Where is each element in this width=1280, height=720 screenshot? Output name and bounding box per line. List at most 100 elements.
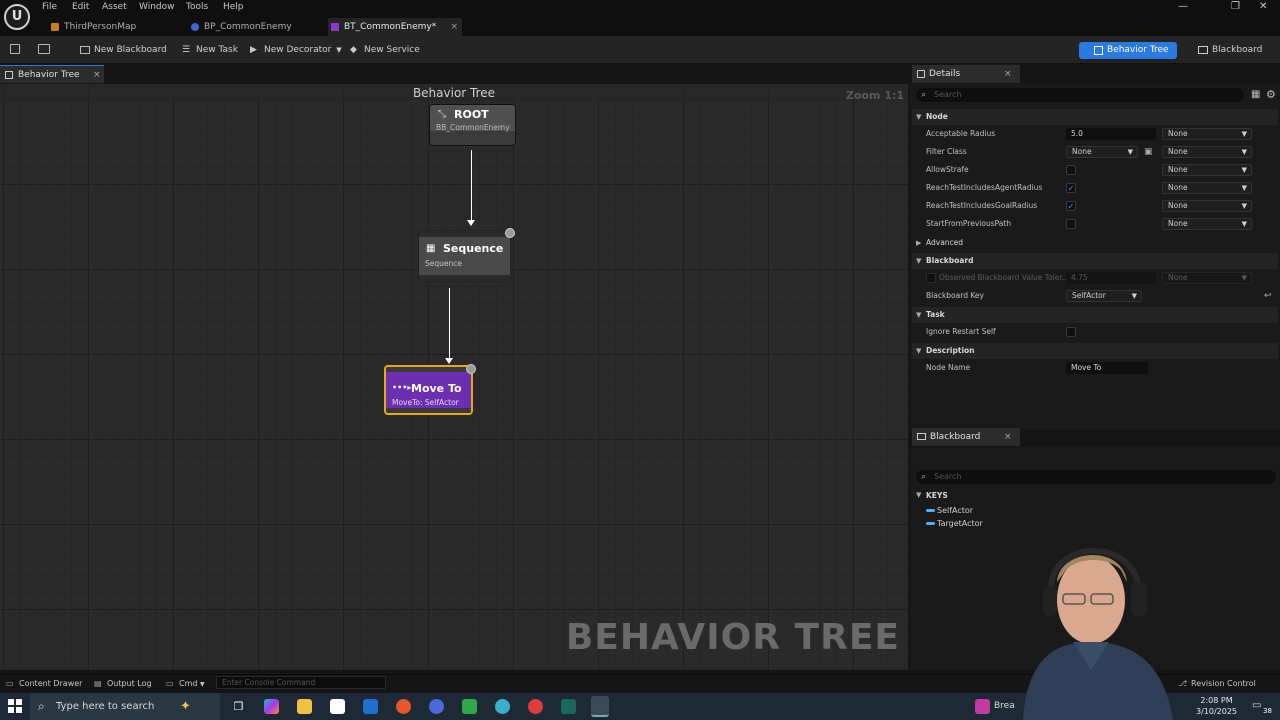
title-bar: U File Edit Asset Window Tools Help Thir…: [0, 0, 1280, 36]
cmd-dropdown[interactable]: ▭ Cmd ▼: [166, 678, 205, 691]
new-service-button[interactable]: ◆ New Service: [350, 43, 420, 57]
category-advanced[interactable]: ▶ Advanced: [912, 235, 1278, 251]
chrome-icon[interactable]: [429, 699, 444, 714]
reach-agent-radius-checkbox[interactable]: ✓: [1066, 183, 1076, 193]
allow-strafe-bind-dropdown[interactable]: None ▼: [1162, 164, 1252, 176]
acceptable-radius-bind-dropdown[interactable]: None ▼: [1162, 128, 1252, 140]
terminal-app-icon[interactable]: [561, 699, 576, 714]
mode-behavior-tree-button[interactable]: Behavior Tree: [1079, 42, 1177, 59]
root-node[interactable]: ⤡ ROOT BB_CommonEnemy: [429, 104, 516, 146]
webcam-overlay: [1023, 548, 1173, 720]
menu-window[interactable]: Window: [139, 2, 175, 12]
move-to-subtitle: MoveTo: SelfActor: [392, 398, 459, 407]
breakpoint-indicator-icon[interactable]: [466, 364, 476, 374]
menu-help[interactable]: Help: [223, 2, 244, 12]
ignore-restart-self-checkbox[interactable]: [1066, 327, 1076, 337]
weather-icon[interactable]: [975, 699, 990, 714]
acceptable-radius-input[interactable]: 5.0: [1066, 128, 1156, 140]
unreal-logo-icon[interactable]: U: [4, 4, 30, 30]
unreal-engine-taskbar-icon[interactable]: [591, 696, 609, 717]
blackboard-key-item[interactable]: SelfActor: [926, 505, 973, 517]
tab-details[interactable]: Details ×: [912, 65, 1020, 83]
new-blackboard-label: New Blackboard: [94, 45, 167, 55]
category-node[interactable]: ▼ Node: [912, 109, 1278, 125]
new-blackboard-button[interactable]: New Blackboard: [80, 43, 167, 57]
allow-strafe-checkbox[interactable]: [1066, 165, 1076, 175]
content-drawer-button[interactable]: ▭ Content Drawer: [6, 678, 82, 690]
tab-behavior-tree-panel[interactable]: Behavior Tree ×: [0, 65, 104, 83]
blackboard-key-dropdown[interactable]: SelfActor ▼: [1066, 290, 1142, 302]
observed-tolerance-bind-dropdown: None ▼: [1162, 272, 1252, 284]
save-icon[interactable]: [10, 44, 20, 54]
clock-date: 3/10/2025: [1196, 707, 1238, 716]
chevron-down-icon: ▼: [1241, 184, 1247, 192]
play-app-icon[interactable]: [462, 699, 477, 714]
sequence-node[interactable]: ▦ Sequence Sequence: [418, 228, 515, 282]
menu-file[interactable]: File: [42, 2, 57, 12]
copilot-app-icon[interactable]: [264, 699, 279, 714]
category-description[interactable]: ▼ Description: [912, 343, 1278, 359]
browse-asset-icon[interactable]: ▣: [1144, 147, 1153, 157]
maximize-icon[interactable]: ❐: [1231, 1, 1240, 12]
log-icon: ▤: [94, 679, 102, 688]
gear-icon[interactable]: ⚙: [1266, 88, 1276, 101]
menu-asset[interactable]: Asset: [102, 2, 127, 12]
dropdown-value: None: [1168, 183, 1188, 192]
notification-icon[interactable]: ▭: [1252, 700, 1261, 711]
browse-icon[interactable]: [38, 44, 50, 54]
start-from-previous-path-checkbox[interactable]: [1066, 219, 1076, 229]
table-view-icon[interactable]: ▦: [1251, 89, 1260, 100]
category-keys[interactable]: ▼ KEYS: [912, 488, 1278, 503]
taskbar-search-input[interactable]: ⌕ Type here to search ✦: [30, 693, 220, 720]
reach-goal-radius-checkbox[interactable]: ✓: [1066, 201, 1076, 211]
chevron-down-icon: ▼: [1241, 274, 1247, 282]
close-window-icon[interactable]: ✕: [1259, 1, 1267, 12]
menu-tools[interactable]: Tools: [186, 2, 208, 12]
outlook-icon[interactable]: [363, 699, 378, 714]
observed-tolerance-override-checkbox[interactable]: [926, 273, 936, 283]
behavior-tree-graph[interactable]: Behavior Tree Zoom 1:1 ⤡ ROOT BB_CommonE…: [0, 84, 908, 670]
reach-agent-radius-bind-dropdown[interactable]: None ▼: [1162, 182, 1252, 194]
breakpoint-indicator-icon[interactable]: [505, 228, 515, 238]
move-to-node[interactable]: •••▸ Move To MoveTo: SelfActor: [384, 364, 476, 415]
filter-class-dropdown[interactable]: None ▼: [1066, 146, 1138, 158]
root-icon: ⤡: [438, 109, 446, 120]
ms-store-icon[interactable]: [330, 699, 345, 714]
new-decorator-button[interactable]: ▶ New Decorator ▼: [250, 43, 342, 57]
start-from-previous-path-bind-dropdown[interactable]: None ▼: [1162, 218, 1252, 230]
file-explorer-icon[interactable]: [297, 699, 312, 714]
tab-blackboard[interactable]: Blackboard ×: [912, 428, 1020, 446]
blackboard-key-item[interactable]: TargetActor: [926, 518, 983, 530]
output-log-button[interactable]: ▤ Output Log: [94, 678, 152, 690]
observed-tolerance-input: 4.75: [1066, 272, 1156, 284]
reach-goal-radius-bind-dropdown[interactable]: None ▼: [1162, 200, 1252, 212]
menu-edit[interactable]: Edit: [72, 2, 89, 12]
blackboard-search-input[interactable]: ⌕ Search: [916, 470, 1276, 484]
firefox-icon[interactable]: [396, 699, 411, 714]
close-panel-icon[interactable]: ×: [93, 66, 101, 84]
taskbar-clock[interactable]: 2:08 PM 3/10/2025: [1196, 695, 1237, 717]
reset-to-default-icon[interactable]: ↩: [1264, 291, 1272, 301]
details-search-input[interactable]: ⌕ Search: [916, 88, 1244, 102]
mode-blackboard-button[interactable]: Blackboard: [1198, 42, 1262, 59]
console-command-input[interactable]: Enter Console Command: [216, 676, 386, 689]
task-view-icon[interactable]: ❐: [231, 699, 246, 714]
tab-bt-common-enemy[interactable]: BT_CommonEnemy* ×: [328, 18, 462, 36]
close-panel-icon[interactable]: ×: [1004, 428, 1012, 446]
minimize-icon[interactable]: —: [1178, 1, 1188, 12]
content-drawer-label: Content Drawer: [19, 679, 83, 688]
node-name-input[interactable]: Move To: [1066, 362, 1148, 374]
close-panel-icon[interactable]: ×: [1004, 65, 1012, 83]
browser-app-icon[interactable]: [495, 699, 510, 714]
filter-class-bind-dropdown[interactable]: None ▼: [1162, 146, 1252, 158]
category-task[interactable]: ▼ Task: [912, 307, 1278, 323]
category-blackboard[interactable]: ▼ Blackboard: [912, 253, 1278, 269]
windows-start-icon[interactable]: [8, 699, 22, 713]
terminal-icon: ▭: [166, 679, 174, 688]
new-task-button[interactable]: ☰ New Task: [182, 43, 238, 57]
close-tab-icon[interactable]: ×: [450, 18, 458, 36]
media-app-icon[interactable]: [528, 699, 543, 714]
tab-bp-common-enemy[interactable]: BP_CommonEnemy: [188, 18, 322, 36]
tab-third-person-map[interactable]: ThirdPersonMap: [48, 18, 182, 36]
blackboard-tab-label: Blackboard: [930, 432, 981, 442]
